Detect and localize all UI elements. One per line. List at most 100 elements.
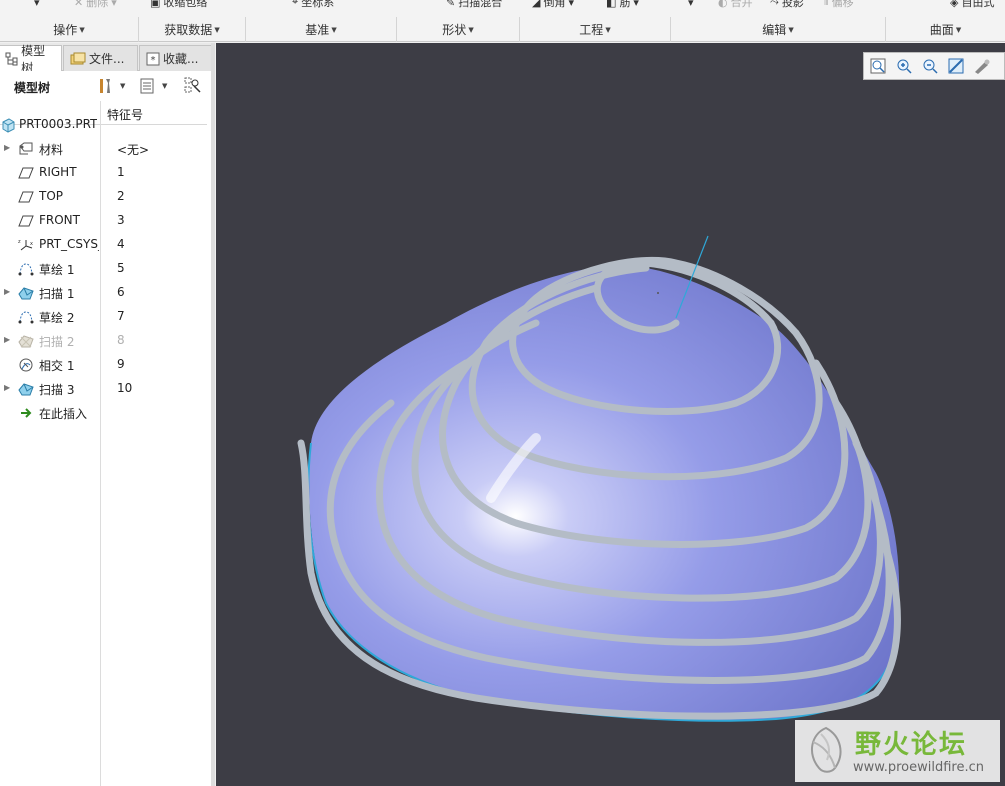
- tree-row-top[interactable]: TOP 2: [0, 185, 210, 209]
- freestyle-icon: ◈: [950, 0, 959, 9]
- svg-text:*: *: [151, 55, 156, 66]
- offset-icon: ⫴: [824, 0, 829, 8]
- sweep-icon: [18, 383, 34, 396]
- forum-logo-icon: [810, 726, 842, 773]
- repaint-button[interactable]: [946, 56, 966, 76]
- merge-button[interactable]: ◐ 合并: [718, 0, 753, 10]
- chevron-down-icon: ▼: [955, 25, 962, 34]
- tree-show-button[interactable]: [138, 77, 156, 95]
- tree-row-front[interactable]: FRONT 3: [0, 209, 210, 233]
- csys-icon: zx: [18, 239, 33, 251]
- chevron-down-icon: ▼: [214, 25, 220, 34]
- project-icon: ⤳: [770, 0, 779, 8]
- tree-row-sketch-1[interactable]: 草绘 1 5: [0, 257, 210, 281]
- tree-row-sketch-2[interactable]: 草绘 2 7: [0, 305, 210, 329]
- tree-row-csys[interactable]: zx PRT_CSYS_ 4: [0, 233, 210, 257]
- ribbon: ▾ ✕ 删除 ▾ ▣ 收缩包络 ⌖ 坐标系 ✎ 扫描混合 ◢ 倒角 ▾ ◧ 筋 ▾ ▾ ◐ 合…: [0, 0, 1005, 42]
- material-icon: [19, 142, 33, 155]
- filter-icon: [184, 77, 201, 93]
- sketch-icon: [18, 311, 34, 324]
- favorites-icon: *: [146, 52, 160, 66]
- folder-icon: [70, 52, 86, 64]
- tree-toolbar: 模型树 ▼ ▼: [0, 71, 210, 101]
- dropdown-caret[interactable]: ▾: [34, 0, 40, 10]
- zoom-out-icon: [923, 59, 938, 74]
- datum-plane-icon: [18, 167, 34, 179]
- intersect-icon: [19, 358, 33, 372]
- chevron-down-icon: ▼: [468, 25, 474, 34]
- group-surfaces[interactable]: 曲面 ▼: [886, 17, 1005, 42]
- tree-root[interactable]: PRT0003.PRT: [0, 113, 210, 137]
- ribbon-group-row: 操作 ▼ 获取数据 ▼ 基准 ▼ 形状 ▼ 工程 ▼ 编辑 ▼ 曲面 ▼: [0, 17, 1005, 42]
- tab-folder-browser[interactable]: 文件...: [63, 45, 138, 71]
- offset-button[interactable]: ⫴ 偏移: [824, 0, 854, 10]
- merge-icon: ◐: [718, 0, 728, 9]
- tree-row-sweep-3[interactable]: ▶ 扫描 3 10: [0, 377, 210, 401]
- model-tree: PRT0003.PRT ▶ 材料 <无> RIGHT 1 TOP 2 FRONT…: [0, 117, 210, 425]
- model-render: [297, 235, 901, 722]
- chevron-down-icon: ▼: [331, 25, 337, 34]
- model-tree-icon: [5, 52, 18, 66]
- refit-icon: [870, 58, 886, 74]
- zoom-in-icon: [897, 59, 912, 74]
- chevron-down-icon[interactable]: ▼: [120, 82, 125, 90]
- tab-model-tree[interactable]: 模型树: [0, 44, 62, 75]
- edit-dropdown-caret[interactable]: ▾: [688, 0, 694, 10]
- tree-row-intersect-1[interactable]: 相交 1 9: [0, 353, 210, 377]
- swept-blend-button[interactable]: ✎ 扫描混合: [446, 0, 502, 10]
- chevron-down-icon: ▼: [79, 25, 85, 34]
- display-style-icon: [975, 59, 990, 74]
- repaint-icon: [948, 58, 964, 74]
- graphics-viewport[interactable]: [216, 43, 1005, 786]
- csys-icon: ⌖: [292, 0, 299, 8]
- chamfer-button[interactable]: ◢ 倒角 ▾: [532, 0, 574, 10]
- group-datum[interactable]: 基准 ▼: [246, 17, 397, 42]
- group-shapes[interactable]: 形状 ▼: [397, 17, 520, 42]
- rib-button[interactable]: ◧ 筋 ▾: [606, 0, 639, 10]
- group-operations[interactable]: 操作 ▼: [0, 17, 139, 42]
- axis-point: [657, 292, 659, 294]
- watermark-url: www.proewildfire.cn: [853, 760, 984, 775]
- sketch-icon: [18, 263, 34, 276]
- project-button[interactable]: ⤳ 投影: [770, 0, 804, 10]
- tree-row-sweep-1[interactable]: ▶ 扫描 1 6: [0, 281, 210, 305]
- forum-watermark: 野火论坛 www.proewildfire.cn: [795, 720, 1000, 782]
- tree-filter-button[interactable]: [184, 77, 202, 95]
- expand-arrow-icon[interactable]: ▶: [4, 335, 10, 344]
- tab-favorites[interactable]: * 收藏...: [139, 45, 213, 71]
- tree-row-material[interactable]: ▶ 材料 <无>: [0, 137, 210, 161]
- navigator-tabs: 模型树 文件... * 收藏...: [0, 43, 215, 75]
- expand-arrow-icon[interactable]: ▶: [4, 383, 10, 392]
- tree-row-insert-here[interactable]: 在此插入: [0, 401, 210, 425]
- tree-row-right[interactable]: RIGHT 1: [0, 161, 210, 185]
- delete-icon: ✕: [74, 0, 84, 9]
- expand-arrow-icon[interactable]: ▶: [4, 143, 10, 152]
- group-get-data[interactable]: 获取数据 ▼: [139, 17, 246, 42]
- group-engineering[interactable]: 工程 ▼: [520, 17, 671, 42]
- chevron-down-icon[interactable]: ▼: [162, 82, 167, 90]
- view-toolbar: [863, 52, 1005, 80]
- chamfer-icon: ◢: [532, 0, 541, 9]
- freestyle-button[interactable]: ◈ 自由式: [950, 0, 994, 10]
- expand-arrow-icon[interactable]: ▶: [4, 287, 10, 296]
- display-style-button[interactable]: [972, 56, 992, 76]
- zoom-out-button[interactable]: [920, 56, 940, 76]
- part-icon: [2, 118, 15, 133]
- zoom-in-button[interactable]: [894, 56, 914, 76]
- settings-tools-icon: [100, 79, 110, 93]
- svg-text:x: x: [30, 241, 33, 247]
- swept-blend-icon: ✎: [446, 0, 456, 9]
- tree-settings-button[interactable]: [96, 77, 114, 95]
- chevron-down-icon: ▼: [605, 25, 611, 34]
- refit-button[interactable]: [868, 56, 888, 76]
- insert-arrow-icon: [21, 408, 32, 418]
- panel-splitter[interactable]: [211, 43, 215, 786]
- list-icon: [140, 78, 154, 94]
- tree-title: 模型树: [14, 81, 51, 95]
- coordinate-system-button[interactable]: ⌖ 坐标系: [292, 0, 334, 10]
- shrinkwrap-button[interactable]: ▣ 收缩包络: [150, 0, 207, 10]
- delete-button[interactable]: ✕ 删除 ▾: [74, 0, 117, 10]
- tree-row-sweep-2[interactable]: ▶ 扫描 2 8: [0, 329, 210, 353]
- shell-surface: [309, 265, 900, 721]
- group-editing[interactable]: 编辑 ▼: [671, 17, 886, 42]
